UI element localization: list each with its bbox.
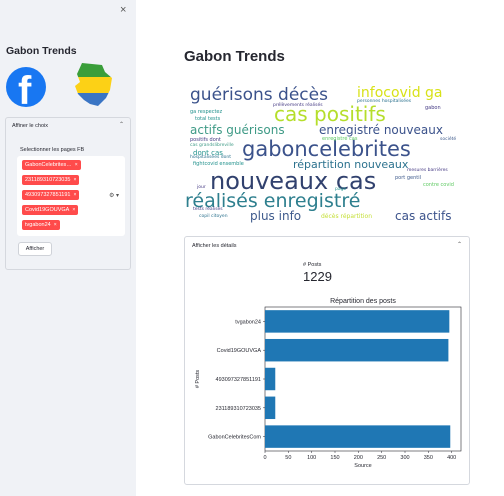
x-tick-label: 350 (424, 455, 433, 461)
posts-bar-chart: Répartition des posts tvgabon24 Covid19GOU… (195, 298, 462, 469)
wordcloud-word: contre covid (423, 182, 454, 188)
facebook-logo-letter: f (18, 69, 32, 107)
wordcloud-word: enregistré nouveaux (319, 123, 443, 137)
x-tick-label: 0 (263, 455, 266, 461)
bar (265, 338, 449, 362)
x-tick-label: 50 (285, 455, 291, 461)
wordcloud-word: décès répartition (321, 213, 373, 220)
bar (265, 367, 276, 391)
wordcloud-word: gaboncelebrites (242, 137, 411, 161)
chevron-up-icon[interactable]: ⌃ (457, 241, 462, 248)
wordcloud-word: société (440, 137, 457, 142)
wordcloud: guérisons décès infocovid ga cas positif… (185, 80, 465, 230)
pages-multiselect[interactable]: GabonCelebrites… × 231189310723035 × 49309… (17, 156, 125, 236)
multiselect-label: Selectionner les pages FB (20, 147, 85, 153)
wordcloud-word: enregistré cas (322, 136, 358, 142)
wordcloud-word: gabon (425, 105, 441, 111)
wordcloud-word: cas actifs (395, 209, 452, 223)
remove-tag-icon[interactable]: × (73, 192, 76, 198)
wordcloud-word: copil citoyen (199, 214, 228, 219)
wordcloud-word: mesures barrières (407, 168, 448, 173)
multiselect-dropdown-icon[interactable]: ⚙ ▾ (109, 192, 119, 199)
y-tick-label: tvgabon24 (235, 319, 261, 325)
remove-tag-icon[interactable]: × (72, 207, 75, 213)
remove-tag-icon[interactable]: × (54, 222, 57, 228)
details-expander: Afficher les détails ⌃ # Posts 1229 Répa… (184, 236, 470, 485)
selected-page-tag: 493097327851191 × (22, 190, 80, 200)
chart-title: Répartition des posts (330, 298, 396, 305)
selected-page-tag: tvgabon24 × (22, 220, 60, 230)
y-tick-label: 231189310723035 (216, 406, 261, 412)
wordcloud-word: personnes hospitalisées (357, 99, 412, 104)
afficher-button[interactable]: Afficher (18, 242, 52, 256)
y-tick-label: 493097327851191 (216, 377, 261, 383)
x-tick-label: 400 (447, 455, 456, 461)
details-expander-label[interactable]: Afficher les détails (192, 243, 237, 249)
wordcloud-word: infocovid ga (357, 85, 443, 101)
x-tick-label: 100 (307, 455, 316, 461)
posts-metric-label: # Posts (303, 262, 322, 268)
remove-tag-icon[interactable]: × (73, 177, 76, 183)
selected-page-tag: Covid19GOUVGA × (22, 205, 79, 215)
close-sidebar-icon[interactable]: × (120, 4, 126, 16)
tag-label: Covid19GOUVGA (25, 207, 70, 213)
y-tick-label: Covid19GOUVGA (217, 348, 262, 354)
facebook-logo-icon: f (6, 67, 46, 107)
filter-expander-label[interactable]: Affiner le choix (12, 123, 48, 129)
bar (265, 425, 451, 448)
x-tick-label: 300 (400, 455, 409, 461)
page-title: Gabon Trends (184, 48, 285, 65)
gabon-map-icon (75, 63, 112, 106)
wordcloud-word: actifs guérisons (190, 123, 285, 137)
wordcloud-word: ga respectez (190, 109, 223, 115)
tag-label: GabonCelebrites… (25, 162, 72, 168)
x-tick-label: 150 (330, 455, 339, 461)
bar (265, 396, 276, 420)
y-tick-label: GabonCelebritesCom (208, 435, 261, 441)
wordcloud-word: prélèvements réalisés (273, 103, 323, 108)
x-tick-label: 200 (354, 455, 363, 461)
sidebar-title: Gabon Trends (6, 45, 77, 57)
x-axis-label: Source (354, 463, 371, 469)
y-axis-label: # Posts (195, 370, 201, 389)
tag-label: tvgabon24 (25, 222, 51, 228)
wordcloud-word: hospitalisées dont (190, 155, 231, 160)
tag-label: 493097327851191 (25, 192, 71, 198)
sidebar: × Gabon Trends f Affiner le choix ⌃ Sele… (0, 0, 136, 496)
selected-page-tag: GabonCelebrites… × (22, 160, 81, 170)
posts-metric-value: 1229 (303, 269, 332, 284)
chevron-up-icon[interactable]: ⌃ (119, 121, 124, 128)
x-tick-label: 250 (377, 455, 386, 461)
remove-tag-icon[interactable]: × (75, 162, 78, 168)
tag-label: 231189310723035 (25, 177, 71, 183)
wordcloud-word: port gentil (395, 175, 421, 181)
selected-page-tag: 231189310723035 × (22, 175, 80, 185)
wordcloud-word: page (335, 187, 347, 192)
wordcloud-word: fightcovid ensemble (193, 161, 244, 167)
wordcloud-word: cas grandslibreville (190, 143, 234, 148)
bar (265, 310, 450, 333)
wordcloud-word: jour (197, 185, 206, 190)
wordcloud-word: plus info (250, 209, 302, 223)
wordcloud-word: total tests (195, 116, 221, 122)
wordcloud-word: tests réalisés (193, 207, 223, 212)
